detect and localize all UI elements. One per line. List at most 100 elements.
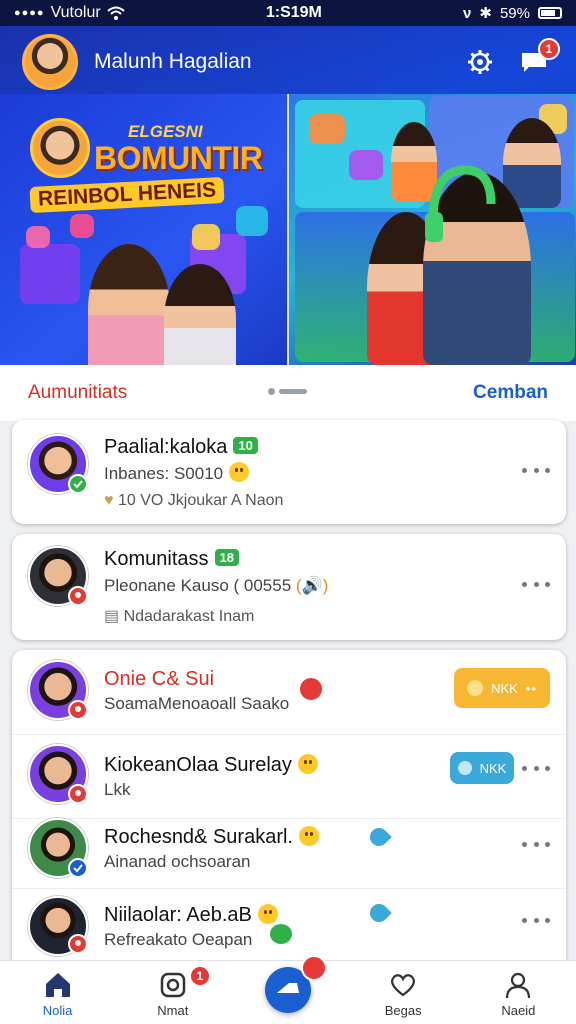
settings-button[interactable]: [460, 42, 500, 82]
bluetooth-icon: ✱: [479, 5, 492, 22]
promo-banner-right[interactable]: [289, 94, 576, 365]
row-title-text: Komunitass: [104, 548, 209, 570]
banner-person: [164, 264, 236, 365]
carousel-pager[interactable]: [268, 388, 307, 395]
banner-person: [88, 244, 170, 365]
app-bar: Malunh Hagalian 1: [0, 30, 576, 94]
community-card[interactable]: Paalial:kaloka 10 Inbanes: S0010 ♥ 10 VO …: [12, 420, 566, 524]
signal-icon: ●●●●: [14, 7, 45, 19]
smile-emoji-icon: [297, 754, 318, 774]
headphones-icon: [425, 165, 496, 242]
row-subtitle: Lkk: [104, 780, 130, 800]
smile-emoji-icon: [229, 462, 250, 482]
nav-messages-label: Begas: [384, 1003, 422, 1018]
lock-icon: [457, 761, 472, 775]
join-button-label: NKK: [479, 760, 507, 776]
header-area: ●●●● Vutolur 1:S19M ν ✱ 59% Malunh Hagal…: [0, 0, 576, 365]
home-icon: [45, 973, 70, 997]
online-badge: [68, 474, 88, 494]
row-subtitle-text: Inbanes: S0010: [104, 464, 224, 483]
more-options-button[interactable]: [522, 908, 550, 932]
row-subtitle-text: Refreakato Oeapan: [104, 930, 253, 949]
row-title: Rochesnd& Surakarl.: [104, 826, 319, 849]
row-subtitle: Ainanad ochsoaran: [104, 852, 251, 872]
status-badge: [68, 700, 88, 720]
pin-icon: [75, 940, 81, 946]
more-options-button[interactable]: [522, 572, 550, 596]
divider: [12, 888, 566, 889]
lock-icon: [467, 680, 484, 696]
pin-icon: [75, 790, 81, 796]
join-button[interactable]: NKK ••: [454, 668, 550, 708]
notifications-button[interactable]: 1: [514, 38, 560, 82]
community-card[interactable]: Komunitass 18 Pleonane Kauso ( 00555 (🔊) …: [12, 534, 566, 640]
status-bar: ●●●● Vutolur 1:S19M ν ✱ 59%: [0, 0, 576, 26]
row-subtitle-text: Pleonane Kauso ( 00555: [104, 576, 292, 595]
row-subtitle: SoamaMenoaoall Saako: [104, 694, 289, 714]
nav-messages[interactable]: Begas: [353, 971, 453, 1018]
smile-emoji-icon: [298, 826, 319, 846]
status-badge: [68, 586, 88, 606]
row-subtitle-text: Ainanad ochsoaran: [104, 852, 251, 871]
status-time: 1:S19M: [265, 4, 322, 21]
nav-center-spacer: [238, 1014, 338, 1018]
row-title: Paalial:kaloka 10: [104, 436, 258, 459]
battery-icon: [537, 7, 562, 19]
row-subtitle: Inbanes: S0010: [104, 462, 250, 484]
row-title-text: Paalial:kaloka: [104, 436, 228, 458]
row-subtitle-text: SoamaMenoaoall Saako: [104, 694, 290, 713]
join-button[interactable]: NKK: [450, 752, 514, 784]
banner-main-title: BOMUNTIR: [94, 140, 263, 176]
more-icon: ••: [525, 680, 537, 696]
nav-home-label: Nolia: [42, 1003, 73, 1018]
row-title: Komunitass 18: [104, 548, 239, 571]
nav-profile-label: Naeid: [501, 1003, 536, 1018]
create-post-button[interactable]: [265, 955, 327, 1013]
banner-subtitle: REINBOL HENEIS: [29, 176, 225, 214]
row-title-text: Rochesnd& Surakarl.: [104, 826, 293, 848]
location-icon: ν: [463, 4, 472, 22]
wifi-icon: [107, 6, 125, 20]
chat-icon: [270, 924, 292, 944]
more-options-button[interactable]: [522, 458, 550, 482]
check-icon: [73, 864, 83, 873]
promo-banner-left[interactable]: ELGESNI BOMUNTIR REINBOL HENEIS: [0, 94, 287, 365]
row-title: Niilaolar: Aeb.aB: [104, 904, 278, 927]
nav-chat[interactable]: 1 Nmat: [123, 965, 223, 1018]
list-item[interactable]: Rochesnd& Surakarl. Ainanad ochsoaran: [12, 818, 566, 902]
row-subtitle: Pleonane Kauso ( 00555 (🔊): [104, 576, 328, 596]
list-item[interactable]: Onie C& Sui SoamaMenoaoall Saako NKK ••: [12, 650, 566, 734]
list-item[interactable]: KiokeanOlaa Surelay Lkk NKK: [12, 734, 566, 818]
pin-icon: [75, 706, 81, 712]
row-title: KiokeanOlaa Surelay: [104, 754, 318, 777]
row-title-text: Onie C& Sui: [104, 668, 215, 690]
status-badge: [68, 858, 88, 878]
row-title-text: Niilaolar: Aeb.aB: [104, 904, 252, 926]
banner-small-title: ELGESNI: [128, 122, 203, 141]
profile-avatar[interactable]: [22, 34, 78, 90]
check-icon: [73, 480, 83, 489]
more-options-button[interactable]: [522, 756, 550, 780]
count-pill: 18: [214, 549, 239, 566]
row-meta: ♥ 10 VO Jkjoukar A Naon: [104, 492, 283, 510]
user-icon: [506, 972, 531, 999]
row-meta-text: 10 VO Jkjoukar A Naon: [117, 492, 284, 509]
status-badge: [68, 934, 88, 954]
smile-emoji-icon: [257, 904, 278, 924]
nav-profile[interactable]: Naeid: [468, 971, 568, 1018]
fab-badge: [301, 955, 327, 981]
pin-icon: [75, 592, 81, 598]
heart-chat-icon: [391, 974, 416, 997]
carrier-name: Vutolur: [50, 4, 101, 21]
instagram-icon: [160, 972, 186, 998]
nav-home[interactable]: Nolia: [8, 971, 108, 1018]
megaphone-icon: [277, 983, 299, 993]
drop-icon: [366, 900, 392, 926]
battery-percent: 59%: [499, 4, 530, 22]
user-name: Malunh Hagalian: [94, 50, 252, 73]
row-title-text: KiokeanOlaa Surelay: [104, 754, 292, 776]
more-options-button[interactable]: [522, 832, 550, 856]
banner-mascot: [30, 118, 90, 178]
document-icon: ▤: [104, 608, 120, 625]
see-all-link[interactable]: Cemban: [473, 382, 548, 404]
